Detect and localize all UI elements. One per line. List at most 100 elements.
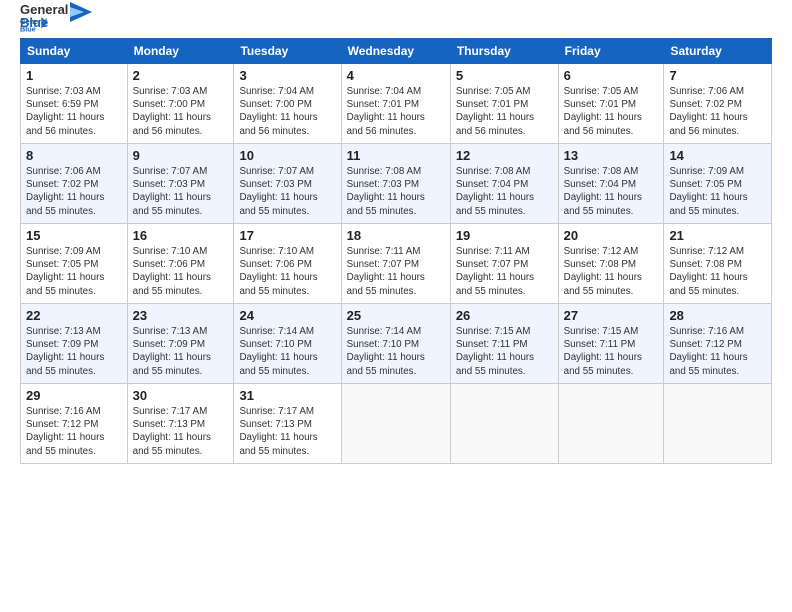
calendar-cell [341, 384, 450, 464]
day-info: Sunrise: 7:13 AM Sunset: 7:09 PM Dayligh… [133, 325, 229, 378]
day-number: 5 [456, 68, 553, 83]
day-info: Sunrise: 7:16 AM Sunset: 7:12 PM Dayligh… [26, 405, 122, 458]
day-number: 20 [564, 228, 659, 243]
page-header: General Blue General Blue [20, 16, 772, 30]
calendar-cell: 15 Sunrise: 7:09 AM Sunset: 7:05 PM Dayli… [21, 224, 128, 304]
calendar-week-4: 22 Sunrise: 7:13 AM Sunset: 7:09 PM Dayli… [21, 304, 772, 384]
day-info: Sunrise: 7:15 AM Sunset: 7:11 PM Dayligh… [564, 325, 659, 378]
calendar-cell: 4 Sunrise: 7:04 AM Sunset: 7:01 PM Daylig… [341, 64, 450, 144]
day-info: Sunrise: 7:10 AM Sunset: 7:06 PM Dayligh… [239, 245, 335, 298]
day-number: 19 [456, 228, 553, 243]
calendar-cell: 8 Sunrise: 7:06 AM Sunset: 7:02 PM Daylig… [21, 144, 128, 224]
day-number: 29 [26, 388, 122, 403]
day-number: 3 [239, 68, 335, 83]
day-info: Sunrise: 7:05 AM Sunset: 7:01 PM Dayligh… [456, 85, 553, 138]
day-info: Sunrise: 7:14 AM Sunset: 7:10 PM Dayligh… [239, 325, 335, 378]
day-info: Sunrise: 7:10 AM Sunset: 7:06 PM Dayligh… [133, 245, 229, 298]
calendar-cell: 30Sunrise: 7:17 AM Sunset: 7:13 PM Dayli… [127, 384, 234, 464]
day-number: 26 [456, 308, 553, 323]
weekday-header-thursday: Thursday [450, 39, 558, 64]
day-number: 31 [239, 388, 335, 403]
calendar-cell: 3 Sunrise: 7:04 AM Sunset: 7:00 PM Daylig… [234, 64, 341, 144]
calendar-cell: 6 Sunrise: 7:05 AM Sunset: 7:01 PM Daylig… [558, 64, 664, 144]
calendar-week-5: 29 Sunrise: 7:16 AM Sunset: 7:12 PM Dayli… [21, 384, 772, 464]
calendar-cell: 2Sunrise: 7:03 AM Sunset: 7:00 PM Daylig… [127, 64, 234, 144]
day-number: 11 [347, 148, 445, 163]
calendar-cell: 7Sunrise: 7:06 AM Sunset: 7:02 PM Daylig… [664, 64, 772, 144]
day-number: 18 [347, 228, 445, 243]
calendar-cell: 21 Sunrise: 7:12 AM Sunset: 7:08 PM Dayli… [664, 224, 772, 304]
day-number: 22 [26, 308, 122, 323]
day-info: Sunrise: 7:12 AM Sunset: 7:08 PM Dayligh… [564, 245, 659, 298]
day-number: 24 [239, 308, 335, 323]
calendar-cell: 12 Sunrise: 7:08 AM Sunset: 7:04 PM Dayli… [450, 144, 558, 224]
calendar-cell: 14 Sunrise: 7:09 AM Sunset: 7:05 PM Dayli… [664, 144, 772, 224]
logo: General Blue General Blue [20, 16, 92, 30]
weekday-header-friday: Friday [558, 39, 664, 64]
calendar-table: SundayMondayTuesdayWednesdayThursdayFrid… [20, 38, 772, 464]
day-number: 27 [564, 308, 659, 323]
weekday-header-tuesday: Tuesday [234, 39, 341, 64]
calendar-week-1: 1Sunrise: 7:03 AM Sunset: 6:59 PM Daylig… [21, 64, 772, 144]
day-info: Sunrise: 7:06 AM Sunset: 7:02 PM Dayligh… [26, 165, 122, 218]
weekday-header-monday: Monday [127, 39, 234, 64]
calendar-cell: 18 Sunrise: 7:11 AM Sunset: 7:07 PM Dayli… [341, 224, 450, 304]
calendar-cell: 1Sunrise: 7:03 AM Sunset: 6:59 PM Daylig… [21, 64, 128, 144]
day-info: Sunrise: 7:08 AM Sunset: 7:04 PM Dayligh… [564, 165, 659, 218]
day-info: Sunrise: 7:12 AM Sunset: 7:08 PM Dayligh… [669, 245, 766, 298]
day-info: Sunrise: 7:06 AM Sunset: 7:02 PM Dayligh… [669, 85, 766, 138]
logo-arrow-icon [70, 0, 92, 26]
weekday-header-wednesday: Wednesday [341, 39, 450, 64]
day-info: Sunrise: 7:16 AM Sunset: 7:12 PM Dayligh… [669, 325, 766, 378]
day-number: 16 [133, 228, 229, 243]
day-number: 12 [456, 148, 553, 163]
calendar-week-2: 8 Sunrise: 7:06 AM Sunset: 7:02 PM Daylig… [21, 144, 772, 224]
day-info: Sunrise: 7:04 AM Sunset: 7:01 PM Dayligh… [347, 85, 445, 138]
logo-blue: Blue [20, 15, 68, 30]
calendar-cell: 25Sunrise: 7:14 AM Sunset: 7:10 PM Dayli… [341, 304, 450, 384]
calendar-cell: 17 Sunrise: 7:10 AM Sunset: 7:06 PM Dayli… [234, 224, 341, 304]
day-number: 13 [564, 148, 659, 163]
day-info: Sunrise: 7:11 AM Sunset: 7:07 PM Dayligh… [347, 245, 445, 298]
calendar-cell: 23 Sunrise: 7:13 AM Sunset: 7:09 PM Dayli… [127, 304, 234, 384]
calendar-cell [450, 384, 558, 464]
day-number: 10 [239, 148, 335, 163]
calendar-cell [558, 384, 664, 464]
day-number: 23 [133, 308, 229, 323]
day-info: Sunrise: 7:09 AM Sunset: 7:05 PM Dayligh… [669, 165, 766, 218]
calendar-cell: 28 Sunrise: 7:16 AM Sunset: 7:12 PM Dayli… [664, 304, 772, 384]
day-info: Sunrise: 7:08 AM Sunset: 7:03 PM Dayligh… [347, 165, 445, 218]
day-number: 4 [347, 68, 445, 83]
weekday-header-sunday: Sunday [21, 39, 128, 64]
day-info: Sunrise: 7:11 AM Sunset: 7:07 PM Dayligh… [456, 245, 553, 298]
day-number: 17 [239, 228, 335, 243]
day-number: 9 [133, 148, 229, 163]
calendar-cell: 13 Sunrise: 7:08 AM Sunset: 7:04 PM Dayli… [558, 144, 664, 224]
day-number: 21 [669, 228, 766, 243]
weekday-header-saturday: Saturday [664, 39, 772, 64]
calendar-cell: 27 Sunrise: 7:15 AM Sunset: 7:11 PM Dayli… [558, 304, 664, 384]
day-info: Sunrise: 7:07 AM Sunset: 7:03 PM Dayligh… [133, 165, 229, 218]
day-number: 15 [26, 228, 122, 243]
day-number: 14 [669, 148, 766, 163]
calendar-cell: 5 Sunrise: 7:05 AM Sunset: 7:01 PM Daylig… [450, 64, 558, 144]
calendar-cell: 22 Sunrise: 7:13 AM Sunset: 7:09 PM Dayli… [21, 304, 128, 384]
calendar-cell: 16 Sunrise: 7:10 AM Sunset: 7:06 PM Dayli… [127, 224, 234, 304]
calendar-cell: 11 Sunrise: 7:08 AM Sunset: 7:03 PM Dayli… [341, 144, 450, 224]
calendar-cell: 24 Sunrise: 7:14 AM Sunset: 7:10 PM Dayli… [234, 304, 341, 384]
day-info: Sunrise: 7:14 AM Sunset: 7:10 PM Dayligh… [347, 325, 445, 378]
calendar-cell: 26Sunrise: 7:15 AM Sunset: 7:11 PM Dayli… [450, 304, 558, 384]
calendar-cell [664, 384, 772, 464]
calendar-cell: 9 Sunrise: 7:07 AM Sunset: 7:03 PM Daylig… [127, 144, 234, 224]
day-number: 28 [669, 308, 766, 323]
calendar-cell: 20 Sunrise: 7:12 AM Sunset: 7:08 PM Dayli… [558, 224, 664, 304]
day-info: Sunrise: 7:05 AM Sunset: 7:01 PM Dayligh… [564, 85, 659, 138]
day-number: 30 [133, 388, 229, 403]
day-info: Sunrise: 7:04 AM Sunset: 7:00 PM Dayligh… [239, 85, 335, 138]
day-info: Sunrise: 7:09 AM Sunset: 7:05 PM Dayligh… [26, 245, 122, 298]
day-info: Sunrise: 7:08 AM Sunset: 7:04 PM Dayligh… [456, 165, 553, 218]
day-number: 8 [26, 148, 122, 163]
day-info: Sunrise: 7:13 AM Sunset: 7:09 PM Dayligh… [26, 325, 122, 378]
day-number: 2 [133, 68, 229, 83]
day-number: 6 [564, 68, 659, 83]
